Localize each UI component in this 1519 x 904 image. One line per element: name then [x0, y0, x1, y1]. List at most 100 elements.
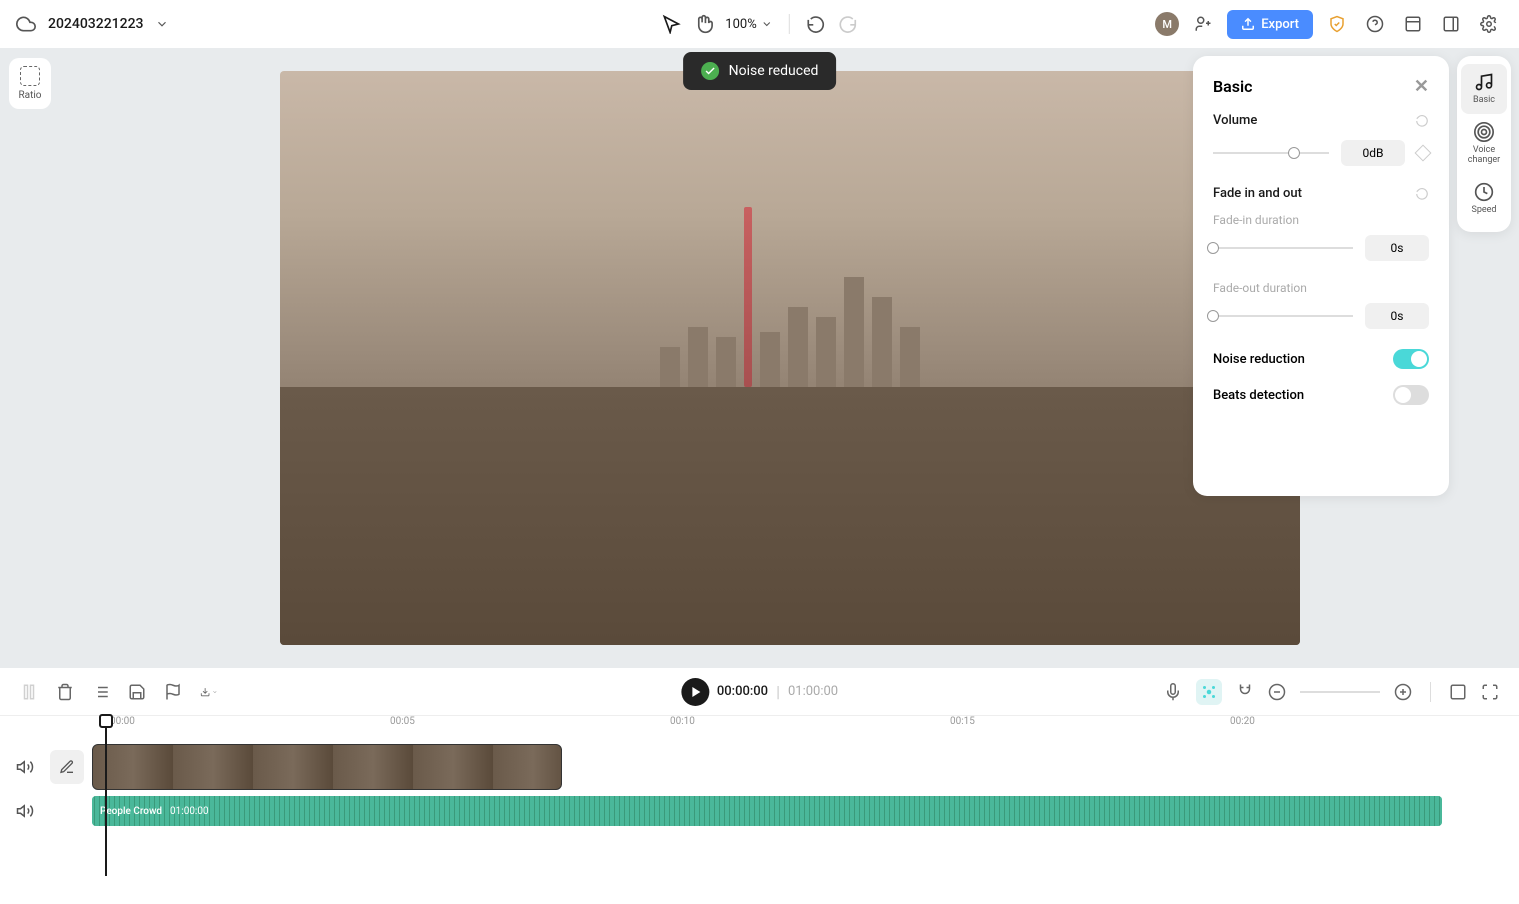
user-avatar[interactable]: M: [1155, 12, 1179, 36]
video-preview[interactable]: [280, 71, 1300, 645]
ground-decoration: [280, 387, 1300, 645]
total-time: 01:00:00: [788, 684, 838, 699]
settings-icon[interactable]: [1475, 10, 1503, 38]
playhead[interactable]: [105, 716, 107, 876]
track-edit-button[interactable]: [50, 750, 84, 784]
undo-icon[interactable]: [806, 14, 826, 34]
speed-icon: [1474, 182, 1494, 202]
volume-slider[interactable]: [1213, 152, 1329, 154]
export-button[interactable]: Export: [1227, 10, 1313, 39]
timeline-ruler[interactable]: 00:00 00:05 00:10 00:15 00:20: [0, 716, 1519, 744]
keyframe-icon[interactable]: [1415, 145, 1432, 162]
tab-voice-changer[interactable]: Voice changer: [1457, 114, 1511, 174]
timeline-zoom-slider[interactable]: [1300, 691, 1380, 693]
fade-out-slider[interactable]: [1213, 315, 1353, 317]
ruler-mark: 00:10: [670, 716, 695, 727]
beats-detection-row: Beats detection: [1213, 385, 1429, 405]
ruler-mark: 00:15: [950, 716, 975, 727]
library-icon[interactable]: [1399, 10, 1427, 38]
audio-clip-name: People Crowd: [100, 806, 162, 817]
fade-in-slider[interactable]: [1213, 247, 1353, 249]
noise-reduction-label: Noise reduction: [1213, 352, 1305, 367]
cursor-tool-icon[interactable]: [661, 14, 681, 34]
time-separator: |: [776, 682, 780, 701]
toast-message: Noise reduced: [729, 63, 819, 79]
reset-icon[interactable]: [1415, 114, 1429, 128]
left-tools: Ratio: [0, 48, 60, 668]
voice-icon: [1474, 122, 1494, 142]
hand-tool-icon[interactable]: [693, 14, 713, 34]
flag-icon[interactable]: [164, 683, 182, 701]
music-note-icon: [1474, 72, 1494, 92]
noise-reduction-row: Noise reduction: [1213, 349, 1429, 369]
timeline-toolbar-right: [1164, 679, 1499, 705]
project-name[interactable]: 202403221223: [48, 16, 143, 32]
tab-basic[interactable]: Basic: [1461, 64, 1507, 114]
help-icon[interactable]: [1361, 10, 1389, 38]
timeline-toolbar: 00:00:00 | 01:00:00: [0, 668, 1519, 716]
cloud-icon[interactable]: [16, 14, 36, 34]
add-user-icon[interactable]: [1189, 10, 1217, 38]
list-icon[interactable]: [92, 683, 110, 701]
right-panels: Basic ✕ Volume 0dB Fade in and out: [1193, 56, 1511, 496]
download-icon[interactable]: [200, 683, 218, 701]
ratio-button[interactable]: Ratio: [9, 58, 51, 109]
timeline-tracks: People Crowd 01:00:00: [0, 744, 1519, 826]
divider: [789, 14, 790, 34]
magnet-icon[interactable]: [1236, 683, 1254, 701]
play-button[interactable]: [681, 678, 709, 706]
timeline-toolbar-center: 00:00:00 | 01:00:00: [681, 678, 838, 706]
speaker-icon[interactable]: [16, 758, 34, 776]
zoom-out-icon[interactable]: [1268, 683, 1286, 701]
skyline-decoration: [280, 267, 1300, 387]
timeline-toolbar-left: [20, 683, 218, 701]
ratio-icon: [20, 66, 40, 86]
zoom-in-icon[interactable]: [1394, 683, 1412, 701]
video-clip[interactable]: [92, 744, 562, 790]
mic-icon[interactable]: [1164, 683, 1182, 701]
ai-icon[interactable]: [1196, 679, 1222, 705]
shield-icon[interactable]: [1323, 10, 1351, 38]
timeline-area: 00:00:00 | 01:00:00: [0, 668, 1519, 904]
main-area: Ratio Basic ✕: [0, 48, 1519, 668]
reset-icon[interactable]: [1415, 187, 1429, 201]
audio-clip[interactable]: People Crowd 01:00:00: [92, 796, 1442, 826]
fit-icon[interactable]: [1449, 683, 1467, 701]
panel-title-row: Basic ✕: [1213, 76, 1429, 97]
audio-waveform: [92, 796, 1442, 826]
audio-track-row: People Crowd 01:00:00: [50, 796, 1519, 826]
fullscreen-icon[interactable]: [1481, 683, 1499, 701]
fade-label: Fade in and out: [1213, 186, 1302, 201]
tab-voice-label: Voice changer: [1461, 146, 1507, 166]
fade-out-value[interactable]: 0s: [1365, 303, 1429, 329]
ratio-label: Ratio: [18, 90, 41, 101]
toast-notification: Noise reduced: [683, 52, 837, 90]
trash-icon[interactable]: [56, 683, 74, 701]
save-icon[interactable]: [128, 683, 146, 701]
fade-section: Fade in and out: [1213, 186, 1429, 201]
fade-in-value[interactable]: 0s: [1365, 235, 1429, 261]
redo-icon[interactable]: [838, 14, 858, 34]
split-icon[interactable]: [20, 683, 38, 701]
topbar-right: M Export: [1155, 10, 1503, 39]
playhead-handle[interactable]: [99, 714, 113, 728]
zoom-level[interactable]: 100%: [725, 17, 772, 32]
beats-detection-toggle[interactable]: [1393, 385, 1429, 405]
top-bar: 202403221223 100% M Export: [0, 0, 1519, 48]
check-icon: [701, 62, 719, 80]
volume-value[interactable]: 0dB: [1341, 140, 1405, 166]
ruler-mark: 00:05: [390, 716, 415, 727]
zoom-value: 100%: [725, 17, 756, 32]
panel-basic: Basic ✕ Volume 0dB Fade in and out: [1193, 56, 1449, 496]
tab-speed[interactable]: Speed: [1457, 174, 1511, 224]
close-icon[interactable]: ✕: [1414, 76, 1429, 97]
panel-toggle-icon[interactable]: [1437, 10, 1465, 38]
tab-basic-label: Basic: [1473, 96, 1495, 106]
volume-slider-row: 0dB: [1213, 140, 1429, 166]
fade-out-label: Fade-out duration: [1213, 281, 1429, 295]
chevron-down-icon[interactable]: [155, 17, 169, 31]
tab-speed-label: Speed: [1471, 206, 1496, 216]
noise-reduction-toggle[interactable]: [1393, 349, 1429, 369]
speaker-icon[interactable]: [16, 802, 34, 820]
export-label: Export: [1261, 17, 1299, 32]
